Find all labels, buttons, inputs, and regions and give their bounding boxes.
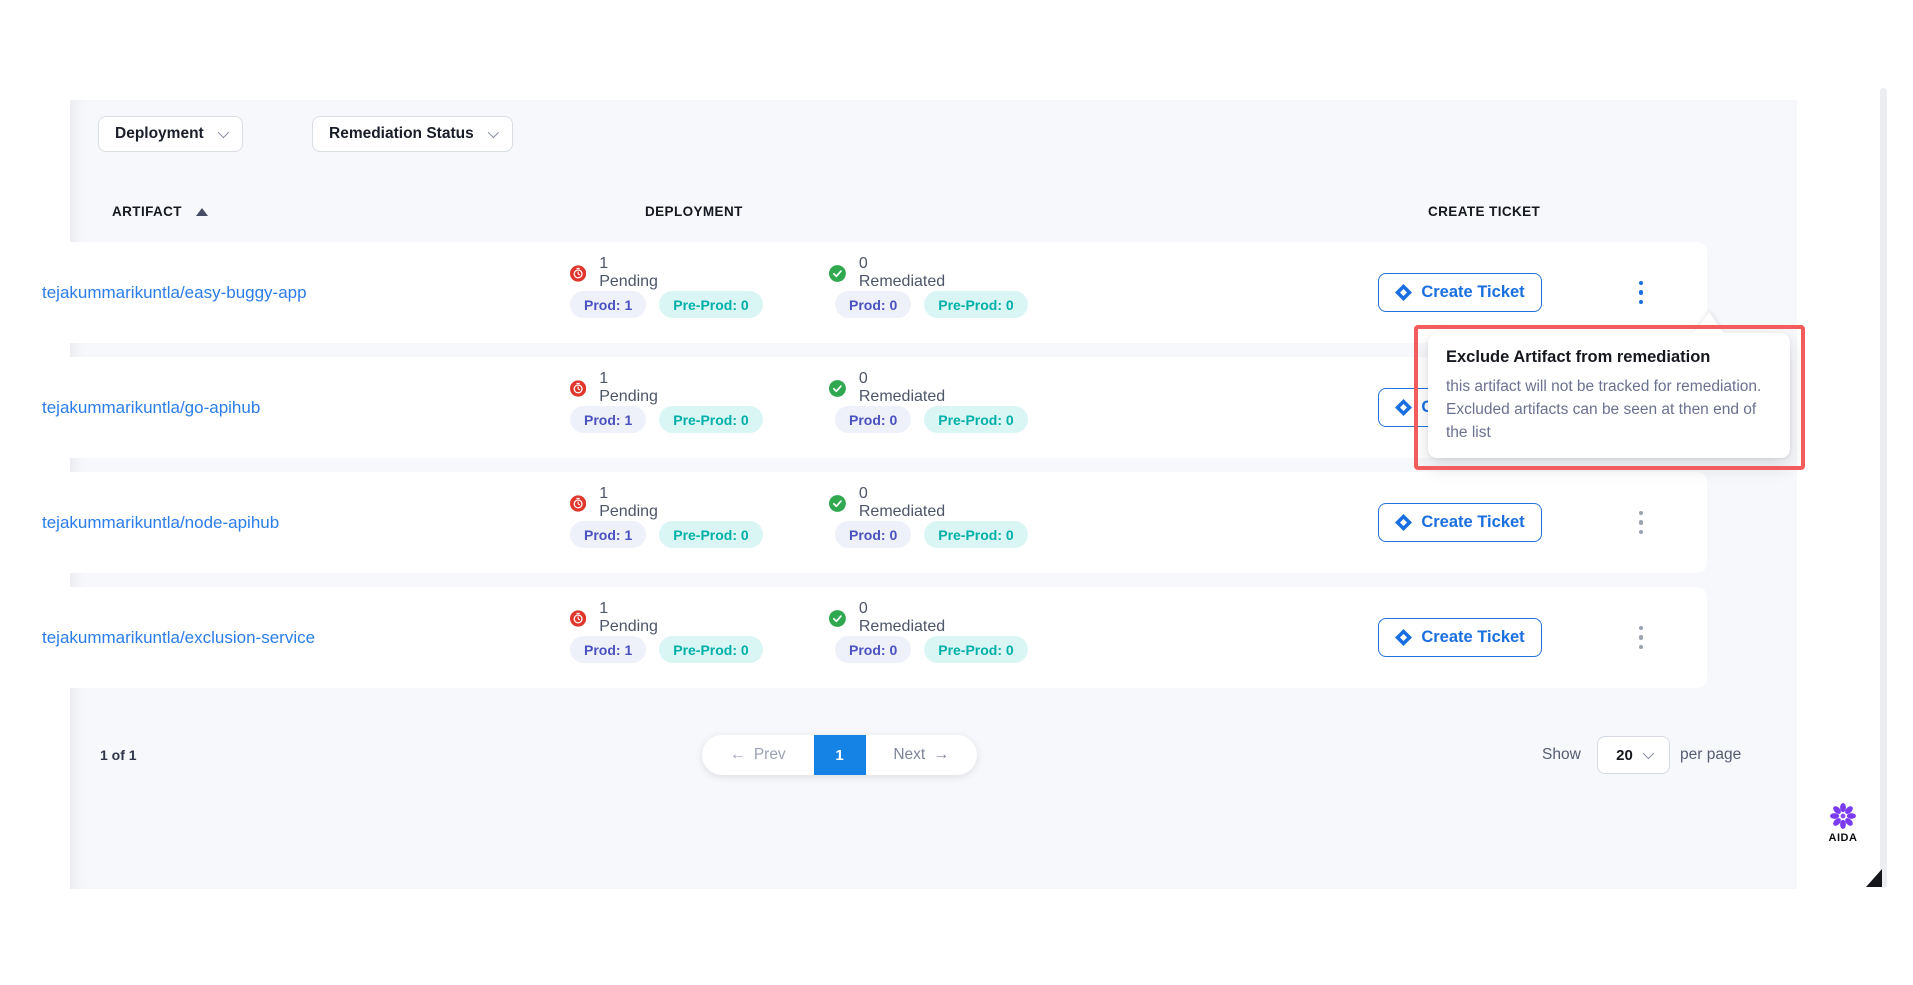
tooltip-title: Exclude Artifact from remediation [1446, 348, 1772, 367]
column-header-artifact[interactable]: ARTIFACT [112, 204, 208, 219]
pending-count-label: 1 Pending [599, 485, 661, 521]
diamond-ticket-icon [1395, 629, 1412, 646]
remediated-count-label: 0 Remediated [859, 370, 947, 406]
pending-icon [570, 379, 586, 398]
preprod-badge: Pre-Prod: 0 [924, 291, 1027, 318]
preprod-badge: Pre-Prod: 0 [924, 521, 1027, 548]
table-row: tejakummarikuntla/node-apihub 1 Pending … [23, 472, 1707, 573]
preprod-badge: Pre-Prod: 0 [659, 406, 762, 433]
diamond-ticket-icon [1395, 284, 1412, 301]
preprod-badge: Pre-Prod: 0 [924, 406, 1027, 433]
remediated-count-label: 0 Remediated [859, 485, 947, 521]
table-row: tejakummarikuntla/easy-buggy-app 1 Pendi… [23, 242, 1707, 343]
artifact-link[interactable]: tejakummarikuntla/exclusion-service [42, 628, 315, 648]
pending-count-label: 1 Pending [599, 255, 661, 291]
kebab-menu-icon[interactable] [1630, 472, 1652, 573]
table-row: tejakummarikuntla/exclusion-service 1 Pe… [23, 587, 1707, 688]
success-check-icon [829, 609, 846, 628]
success-check-icon [829, 494, 846, 513]
remediation-status-filter-dropdown[interactable]: Remediation Status [312, 116, 513, 152]
artifact-link[interactable]: tejakummarikuntla/node-apihub [42, 513, 279, 533]
remediated-count-label: 0 Remediated [859, 600, 947, 636]
create-ticket-button[interactable]: Create Ticket [1378, 618, 1542, 657]
preprod-badge: Pre-Prod: 0 [924, 636, 1027, 663]
table-header-row: ARTIFACT DEPLOYMENT CREATE TICKET [70, 202, 1797, 234]
right-arrow-icon: → [933, 747, 949, 763]
prod-badge: Prod: 0 [835, 291, 911, 318]
column-header-create-ticket: CREATE TICKET [1428, 204, 1540, 219]
current-page-button[interactable]: 1 [814, 735, 866, 775]
column-header-deployment: DEPLOYMENT [645, 204, 743, 219]
prod-badge: Prod: 1 [570, 521, 646, 548]
artifact-link[interactable]: tejakummarikuntla/easy-buggy-app [42, 283, 307, 303]
remediation-status-filter-label: Remediation Status [329, 125, 474, 143]
prod-badge: Prod: 1 [570, 291, 646, 318]
artifact-header-label: ARTIFACT [112, 204, 182, 219]
prod-badge: Prod: 0 [835, 636, 911, 663]
pending-icon [570, 494, 586, 513]
aida-widget[interactable]: AIDA [1826, 802, 1860, 844]
per-page-label: per page [1680, 746, 1741, 764]
preprod-badge: Pre-Prod: 0 [659, 636, 762, 663]
page-range-label: 1 of 1 [100, 747, 137, 763]
page: Deployment Remediation Status ARTIFACT D… [0, 0, 1913, 985]
tooltip-body: this artifact will not be tracked for re… [1446, 375, 1776, 444]
prod-badge: Prod: 0 [835, 406, 911, 433]
success-check-icon [829, 264, 846, 283]
prod-badge: Prod: 1 [570, 406, 646, 433]
artifact-link[interactable]: tejakummarikuntla/go-apihub [42, 398, 260, 418]
prod-badge: Prod: 1 [570, 636, 646, 663]
create-ticket-button[interactable]: Create Ticket [1378, 503, 1542, 542]
left-arrow-icon: ← [730, 747, 746, 763]
exclude-artifact-tooltip: Exclude Artifact from remediation this a… [1428, 333, 1790, 458]
prod-badge: Prod: 0 [835, 521, 911, 548]
next-page-button[interactable]: Next → [866, 735, 978, 775]
sort-asc-icon [196, 208, 208, 216]
tooltip-caret [1694, 312, 1724, 333]
kebab-menu-icon[interactable] [1630, 242, 1652, 343]
prev-page-button[interactable]: ← Prev [702, 735, 814, 775]
vertical-scrollbar[interactable] [1880, 88, 1887, 888]
kebab-menu-icon[interactable] [1630, 587, 1652, 688]
show-label: Show [1542, 746, 1581, 764]
success-check-icon [829, 379, 846, 398]
page-size-value: 20 [1616, 747, 1633, 764]
pending-count-label: 1 Pending [599, 600, 661, 636]
create-ticket-button[interactable]: Create Ticket [1378, 273, 1542, 312]
pager: ← Prev 1 Next → [702, 735, 977, 775]
page-size-select[interactable]: 20 [1597, 736, 1670, 774]
chevron-down-icon [217, 127, 228, 138]
diamond-ticket-icon [1395, 514, 1412, 531]
preprod-badge: Pre-Prod: 0 [659, 291, 762, 318]
deployment-filter-label: Deployment [115, 125, 204, 143]
flower-logo-icon [1829, 802, 1857, 830]
pending-icon [570, 264, 586, 283]
cursor-icon [1866, 869, 1882, 887]
chevron-down-icon [1643, 748, 1654, 759]
preprod-badge: Pre-Prod: 0 [659, 521, 762, 548]
pending-count-label: 1 Pending [599, 370, 661, 406]
logo-text: AIDA [1829, 832, 1858, 844]
chevron-down-icon [487, 127, 498, 138]
deployment-filter-dropdown[interactable]: Deployment [98, 116, 243, 152]
diamond-ticket-icon [1395, 399, 1412, 416]
remediated-count-label: 0 Remediated [859, 255, 947, 291]
pending-icon [570, 609, 586, 628]
